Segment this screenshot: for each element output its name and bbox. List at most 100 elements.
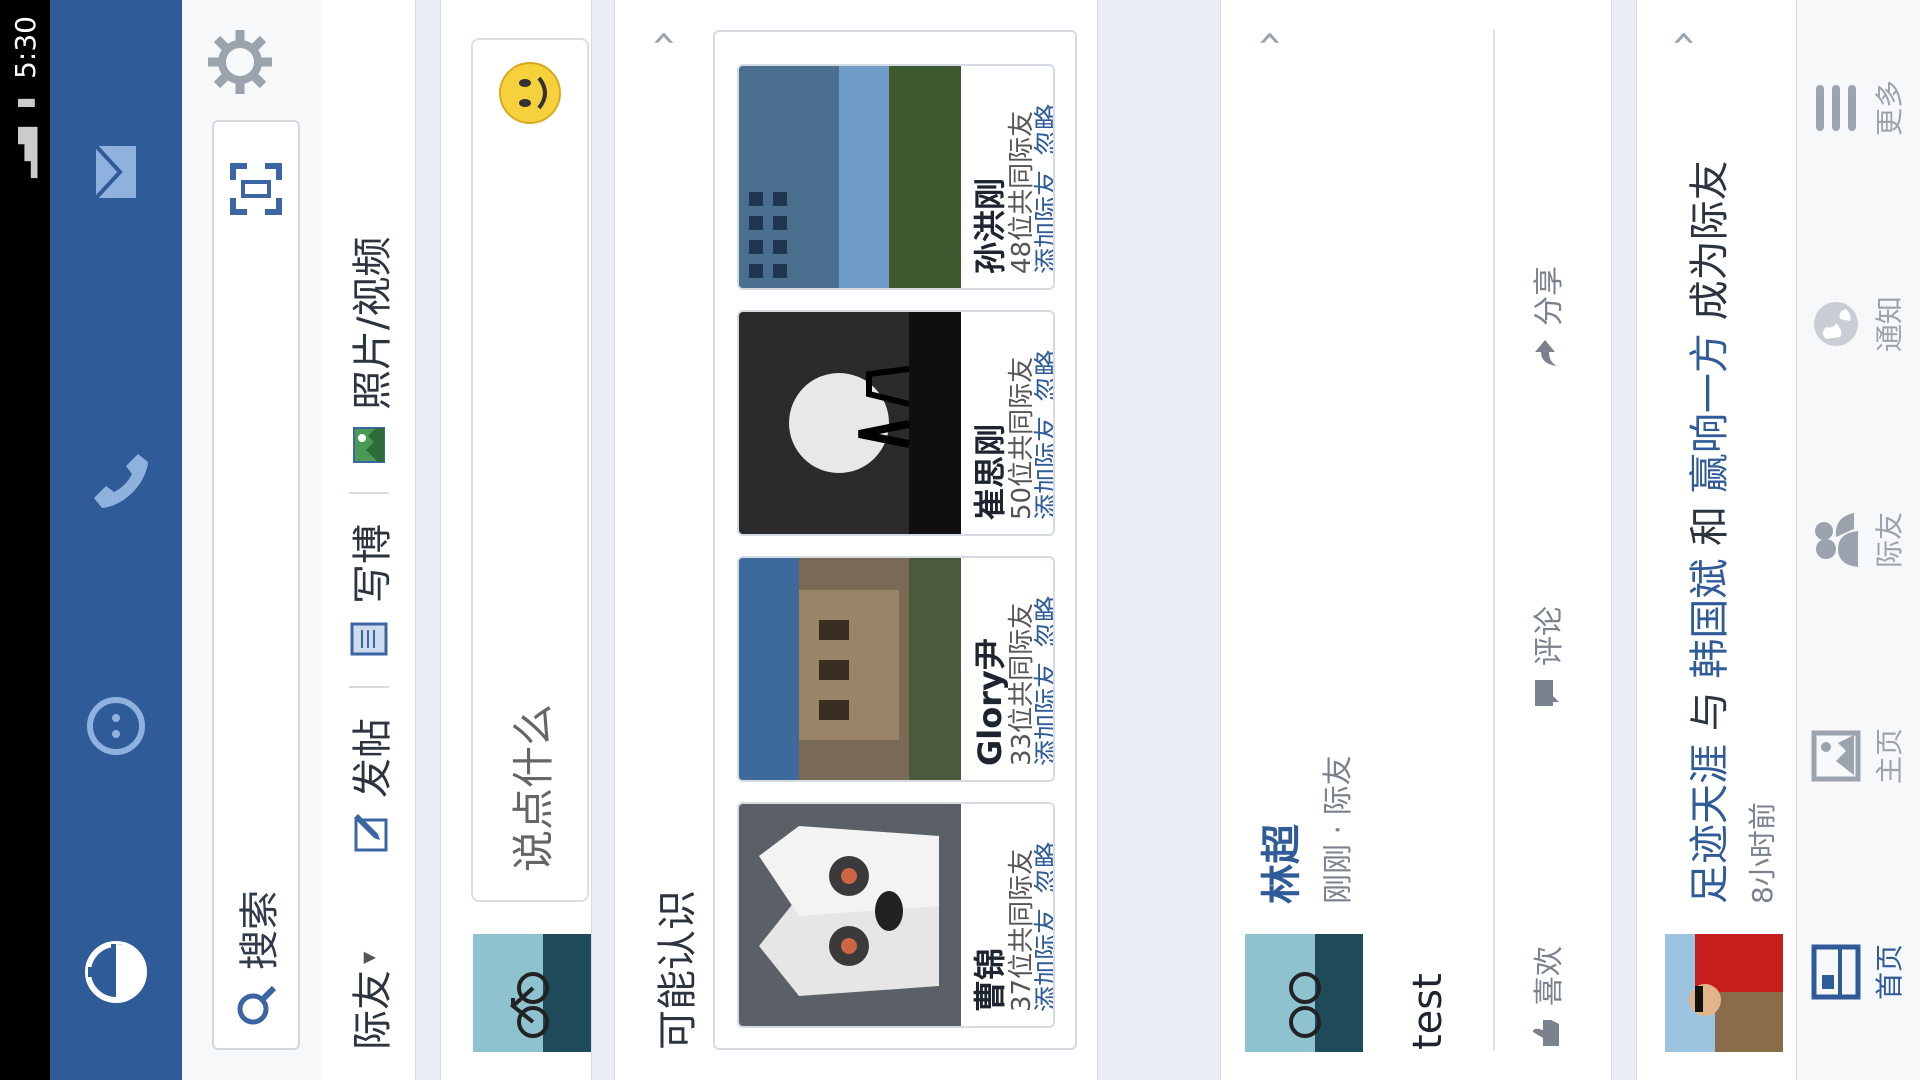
ignore-link[interactable]: 忽略 xyxy=(1033,596,1055,648)
people-you-may-know: 可能认识 › 曹锦 37位共同际友 添加际友忽略 Glory尹 33位共同际友 … xyxy=(614,0,1098,1080)
activity-word: 与 xyxy=(1687,691,1733,732)
audience-selector[interactable]: 际友 ▼ xyxy=(340,880,398,1050)
author-avatar[interactable] xyxy=(1245,934,1363,1052)
status-time: 5:30 xyxy=(8,16,42,79)
status-bar: ▂▄▆ ▮ 5:30 xyxy=(0,0,50,1080)
add-friend-link[interactable]: 添加际友 xyxy=(1033,170,1055,274)
like-button[interactable]: 喜欢 xyxy=(1524,710,1568,1050)
bottom-tab-bar: 首页 主页 际友 通知 更多 xyxy=(1796,0,1920,1080)
suggestion-photo xyxy=(739,312,961,534)
edit-pencil-icon xyxy=(353,814,387,852)
add-friend-link[interactable]: 添加际友 xyxy=(1033,662,1055,766)
post-actions: 喜欢 评论 分享 xyxy=(1511,30,1581,1050)
tab-profile[interactable]: 主页 xyxy=(1797,648,1920,864)
post-button[interactable]: 发帖 xyxy=(340,718,398,854)
dropdown-caret-icon: ▼ xyxy=(359,951,378,964)
thumbs-up-icon xyxy=(1533,1020,1559,1046)
chevron-right-icon[interactable]: › xyxy=(1243,30,1292,47)
wifi-signal-icon: ▂▄▆ xyxy=(12,127,38,178)
menu-icon xyxy=(1816,85,1856,131)
comment-button[interactable]: 评论 xyxy=(1524,370,1568,710)
divider xyxy=(348,686,389,688)
tab-label: 通知 xyxy=(1873,296,1906,353)
suggestion-photo xyxy=(739,804,961,1026)
comment-label: 评论 xyxy=(1532,606,1567,666)
feed-post: 林超 刚刚 · 际友 › test 喜欢 评论 分享 xyxy=(1220,0,1612,1080)
ignore-link[interactable]: 忽略 xyxy=(1033,104,1055,156)
activity-word: 和 xyxy=(1687,505,1733,546)
write-blog-label: 写博 xyxy=(349,524,396,604)
tab-home[interactable]: 首页 xyxy=(1797,864,1920,1080)
qr-scan-icon[interactable] xyxy=(229,162,283,216)
photo-video-label: 照片/视频 xyxy=(349,236,396,410)
app-screen: ▂▄▆ ▮ 5:30 搜索 际友 ▼ 发帖 写博 照片/视频 说点什么 可能认识… xyxy=(0,0,1920,1080)
status-input[interactable]: 说点什么 xyxy=(471,38,589,902)
document-icon xyxy=(350,622,387,656)
ignore-link[interactable]: 忽略 xyxy=(1033,350,1055,402)
mail-icon[interactable] xyxy=(78,134,154,210)
tab-label: 首页 xyxy=(1873,944,1906,1001)
photo-video-button[interactable]: 照片/视频 xyxy=(340,237,398,466)
chevron-right-icon[interactable]: › xyxy=(1657,30,1706,47)
post-author-name[interactable]: 林超 xyxy=(1249,824,1307,904)
tab-label: 主页 xyxy=(1873,728,1906,785)
ignore-link[interactable]: 忽略 xyxy=(1033,842,1055,894)
activity-time: 8小时前 xyxy=(1746,802,1779,904)
search-label: 搜索 xyxy=(237,890,283,970)
suggestion-card[interactable]: 崔思刚 50位共同际友 添加际友忽略 xyxy=(737,310,1055,536)
post-label: 发帖 xyxy=(349,718,396,798)
like-label: 喜欢 xyxy=(1532,946,1567,1006)
suggestion-photo xyxy=(739,558,961,780)
write-blog-button[interactable]: 写博 xyxy=(340,524,398,660)
search-input[interactable]: 搜索 xyxy=(212,120,300,1050)
friends-icon xyxy=(1815,513,1858,567)
suggestion-card[interactable]: 曹锦 37位共同际友 添加际友忽略 xyxy=(737,802,1055,1028)
photo-icon xyxy=(352,427,385,463)
battery-icon: ▮ xyxy=(12,96,38,109)
user-avatar[interactable] xyxy=(473,934,591,1052)
chevron-right-icon[interactable]: › xyxy=(637,30,686,47)
divider xyxy=(348,492,389,494)
post-audience: 际友 xyxy=(1321,755,1356,816)
suggestion-list: 曹锦 37位共同际友 添加际友忽略 Glory尹 33位共同际友 添加际友忽略 … xyxy=(713,30,1077,1050)
top-bar xyxy=(50,0,182,1080)
tab-more[interactable]: 更多 xyxy=(1797,0,1920,216)
emoji-icon[interactable] xyxy=(497,60,563,126)
audience-label: 际友 xyxy=(349,970,396,1050)
comment-bubble-icon xyxy=(1535,680,1559,706)
divider xyxy=(1493,30,1495,1050)
activity-user-link[interactable]: 赢响一方 xyxy=(1687,333,1733,493)
pymk-title: 可能认识 xyxy=(655,890,701,1050)
status-composer: 说点什么 xyxy=(440,0,592,1080)
share-label: 分享 xyxy=(1532,266,1567,326)
post-meta: 刚刚 · 际友 xyxy=(1313,755,1357,904)
globe-icon xyxy=(1814,302,1858,346)
status-placeholder: 说点什么 xyxy=(508,703,558,872)
profile-page-icon xyxy=(1811,730,1861,782)
activity-avatar[interactable] xyxy=(1665,934,1783,1052)
share-arrow-icon xyxy=(1535,340,1557,366)
activity-word: 成为际友 xyxy=(1687,160,1733,321)
app-logo-icon[interactable] xyxy=(78,934,154,1010)
home-icon xyxy=(1811,944,1861,1000)
activity-user-link[interactable]: 韩国斌 xyxy=(1687,559,1733,679)
search-icon xyxy=(237,985,277,1025)
meta-separator: · xyxy=(1321,824,1356,835)
settings-gear-icon[interactable] xyxy=(204,26,276,98)
add-friend-link[interactable]: 添加际友 xyxy=(1033,908,1055,1012)
add-friend-link[interactable]: 添加际友 xyxy=(1033,416,1055,520)
tab-notifications[interactable]: 通知 xyxy=(1797,216,1920,432)
activity-user-link[interactable]: 足迹天涯 xyxy=(1687,744,1733,904)
friend-activity: 足迹天涯 与 韩国斌 和 赢响一方 成为际友 8小时前 › xyxy=(1636,0,1797,1080)
activity-text: 足迹天涯 与 韩国斌 和 赢响一方 成为际友 xyxy=(1677,160,1735,904)
call-icon[interactable] xyxy=(78,442,154,518)
tab-label: 际友 xyxy=(1873,512,1906,569)
suggestion-card[interactable]: Glory尹 33位共同际友 添加际友忽略 xyxy=(737,556,1055,782)
tab-friends[interactable]: 际友 xyxy=(1797,432,1920,648)
suggestion-photo xyxy=(739,66,961,288)
suggestion-card[interactable]: 孙洪刚 48位共同际友 添加际友忽略 xyxy=(737,64,1055,290)
composer-bar: 际友 ▼ 发帖 写博 照片/视频 xyxy=(322,0,416,1080)
share-button[interactable]: 分享 xyxy=(1524,30,1568,370)
post-time: 刚刚 xyxy=(1321,844,1356,904)
chat-icon[interactable] xyxy=(78,688,154,764)
